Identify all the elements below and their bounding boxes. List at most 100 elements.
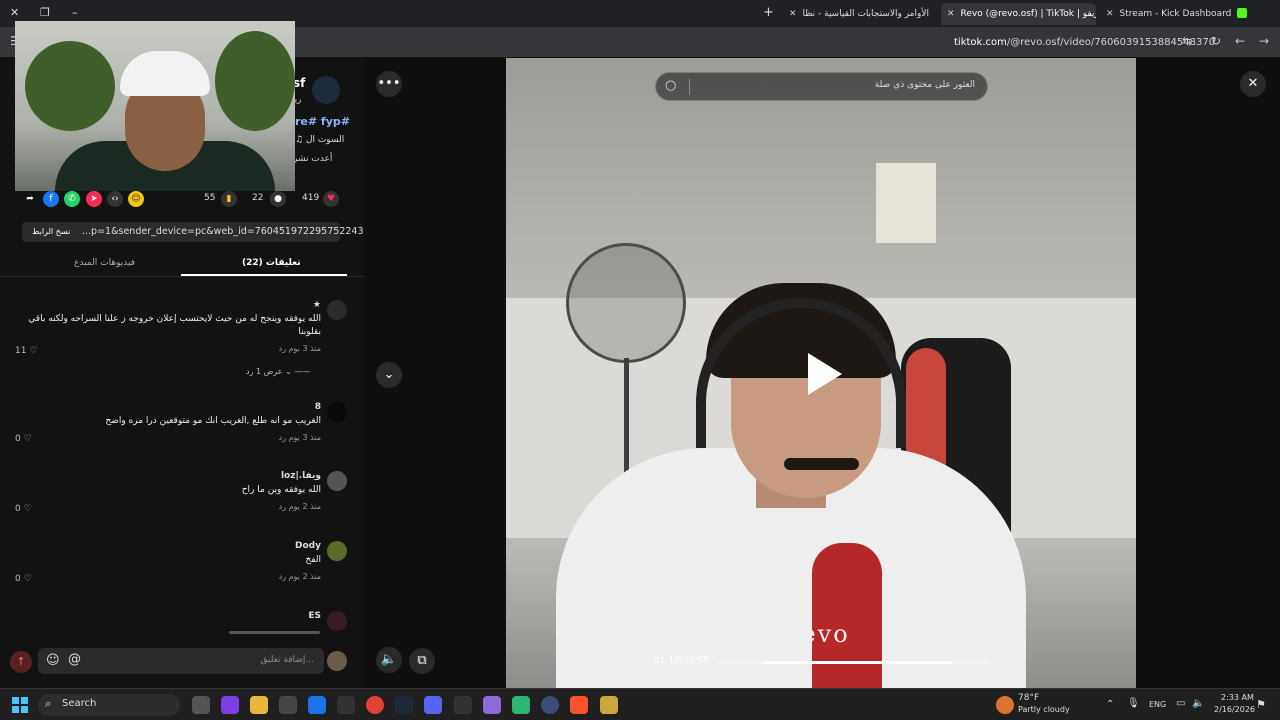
music-label[interactable]: ♫ السوت ال: [295, 135, 344, 145]
discord-icon[interactable]: [424, 696, 442, 714]
address-bar[interactable]: tiktok.com/@revo.osf/video/7606039153884…: [954, 37, 1215, 48]
app-icon[interactable]: [600, 696, 618, 714]
comment-meta[interactable]: منذ 3 يوم رد: [279, 433, 321, 442]
obs-icon[interactable]: [454, 696, 472, 714]
comment-username[interactable]: ES: [308, 611, 321, 621]
bookmark-icon[interactable]: ▮: [221, 191, 237, 207]
app-icon[interactable]: [337, 696, 355, 714]
share-icon[interactable]: ➦: [22, 191, 38, 207]
comment-meta[interactable]: منذ 3 يوم رد: [279, 344, 321, 353]
comment-text: الله يوفقه وين ما راح: [241, 485, 321, 495]
comment-like-button[interactable]: 11 ♡: [15, 346, 37, 356]
comment-avatar[interactable]: [327, 541, 347, 561]
comment-avatar[interactable]: [327, 471, 347, 491]
tab-tiktok-revo[interactable]: ✕Revo (@revo.osf) | TikTok | ريفو: [941, 3, 1096, 25]
comment-input[interactable]: ☺ @ إضافة تعليق...: [38, 648, 324, 674]
comment-avatar[interactable]: [327, 300, 347, 320]
kick-favicon-icon: [1237, 8, 1247, 18]
play-icon[interactable]: [808, 353, 842, 395]
minimize-window-icon[interactable]: –: [72, 6, 78, 19]
tray-chevron-icon[interactable]: ⌃: [1106, 699, 1114, 710]
tab-close-icon[interactable]: ✕: [947, 9, 955, 19]
share-link-url[interactable]: ...p=1&sender_device=pc&web_id=760451972…: [82, 226, 370, 237]
app-icon[interactable]: [541, 696, 559, 714]
post-info-panel: sf ريـ re# fyp# ♫ السوت ال أعدت نشر ➦ f …: [0, 21, 370, 688]
whatsapp-icon[interactable]: ✆: [64, 191, 80, 207]
next-video-button[interactable]: ⌄: [376, 362, 402, 388]
comment-like-button[interactable]: 0 ♡: [15, 504, 32, 514]
video-player[interactable]: revo 01:10/00:58: [506, 58, 1136, 688]
volume-icon[interactable]: 🔈: [1192, 698, 1204, 709]
embed-icon[interactable]: ‹›: [107, 191, 123, 207]
tab-standard-commands[interactable]: ✕ الأوامر والاستجابات القياسية - نظا: [783, 3, 933, 25]
mention-icon[interactable]: @: [68, 652, 81, 667]
video-watermark: revo: [788, 620, 850, 648]
clock-time[interactable]: 2:33 AM: [1221, 693, 1254, 702]
reload-icon[interactable]: ↻: [1211, 34, 1221, 48]
comment-like-button[interactable]: 0 ♡: [15, 574, 32, 584]
post-hashtags[interactable]: re# fyp#: [295, 115, 350, 128]
microphone-icon[interactable]: 🎙: [1127, 698, 1140, 709]
author-avatar[interactable]: [312, 76, 340, 104]
picture-in-picture-button[interactable]: ⧉: [409, 648, 435, 674]
windows-taskbar: ⌕ Search 78°F Partly cloudy ⌃ 🎙 ENG ▭ 🔈 …: [0, 688, 1280, 720]
forward-icon[interactable]: →: [1259, 34, 1269, 48]
view-replies-button[interactable]: عرض 1 رد ⌄ ——: [246, 367, 310, 376]
weather-icon[interactable]: [996, 696, 1014, 714]
restore-window-icon[interactable]: ❐: [40, 6, 50, 19]
task-view-icon[interactable]: [192, 696, 210, 714]
taskbar-search[interactable]: ⌕ Search: [38, 694, 180, 716]
steam-icon[interactable]: [395, 696, 413, 714]
tab-close-icon[interactable]: ✕: [789, 9, 797, 19]
file-explorer-icon[interactable]: [250, 696, 268, 714]
video-progress-bar[interactable]: [718, 661, 988, 664]
related-content-search[interactable]: ○ العثور على محتوى ذي صلة: [655, 72, 988, 101]
send-to-friend-icon[interactable]: ➤: [86, 191, 102, 207]
comment-username[interactable]: Dody: [295, 541, 321, 551]
search-icon[interactable]: ○: [665, 78, 676, 93]
comment-icon[interactable]: ●: [270, 191, 286, 207]
video-stage: ••• ⌄ 🔈 ✕ revo 01:10/00:58 ⧉: [364, 57, 1280, 688]
tab-comments[interactable]: (22) تعليقات: [242, 258, 301, 268]
comment-text: الله يوفقه وينجح له من حيث لايحتسب إعلان…: [28, 314, 321, 324]
tab-close-icon[interactable]: ✕: [1106, 9, 1114, 19]
close-video-button[interactable]: ✕: [1240, 71, 1266, 97]
like-heart-icon[interactable]: ♥: [323, 191, 339, 207]
comment-avatar[interactable]: [327, 611, 347, 631]
green-app-icon[interactable]: [512, 696, 530, 714]
scrollbar[interactable]: [229, 631, 320, 634]
comment-text: بقلوبنا: [298, 327, 321, 337]
new-tab-button[interactable]: +: [763, 5, 774, 20]
comment-username[interactable]: ★: [313, 300, 321, 310]
emoji-icon[interactable]: ☺: [46, 653, 60, 668]
repost-label: أعدت نشر: [293, 154, 333, 164]
facebook-icon[interactable]: f: [43, 191, 59, 207]
microsoft-365-icon[interactable]: [221, 696, 239, 714]
language-indicator[interactable]: ENG: [1149, 700, 1166, 709]
tab-creator-videos[interactable]: فيديوهات المبدع: [74, 258, 135, 268]
post-comment-button[interactable]: ↑: [10, 651, 32, 673]
network-icon[interactable]: ▭: [1176, 698, 1185, 709]
notifications-icon[interactable]: ⚑: [1256, 698, 1266, 711]
mail-icon[interactable]: [308, 696, 326, 714]
windows-start-icon[interactable]: [12, 697, 28, 713]
back-icon[interactable]: ←: [1235, 34, 1245, 48]
comment-username[interactable]: 8: [315, 402, 321, 412]
comment-username[interactable]: loz|.ويفا: [281, 471, 321, 481]
gift-icon[interactable]: ☺: [128, 191, 144, 207]
more-options-button[interactable]: •••: [376, 71, 402, 97]
comment-avatar[interactable]: [327, 402, 347, 422]
chrome-icon[interactable]: [366, 696, 384, 714]
comment-like-button[interactable]: 0 ♡: [15, 434, 32, 444]
close-window-icon[interactable]: ✕: [10, 6, 19, 19]
copy-link-button[interactable]: نسخ الرابط: [26, 224, 77, 240]
comment-meta[interactable]: منذ 2 يوم رد: [279, 572, 321, 581]
brave-icon[interactable]: [570, 696, 588, 714]
site-settings-icon[interactable]: ⇆: [1182, 34, 1192, 48]
volume-button[interactable]: 🔈: [376, 647, 402, 673]
current-user-avatar[interactable]: [327, 651, 347, 671]
comment-meta[interactable]: منذ 2 يوم رد: [279, 502, 321, 511]
clock-date[interactable]: 2/16/2026: [1214, 705, 1255, 714]
game-controller-icon[interactable]: [483, 696, 501, 714]
store-icon[interactable]: [279, 696, 297, 714]
